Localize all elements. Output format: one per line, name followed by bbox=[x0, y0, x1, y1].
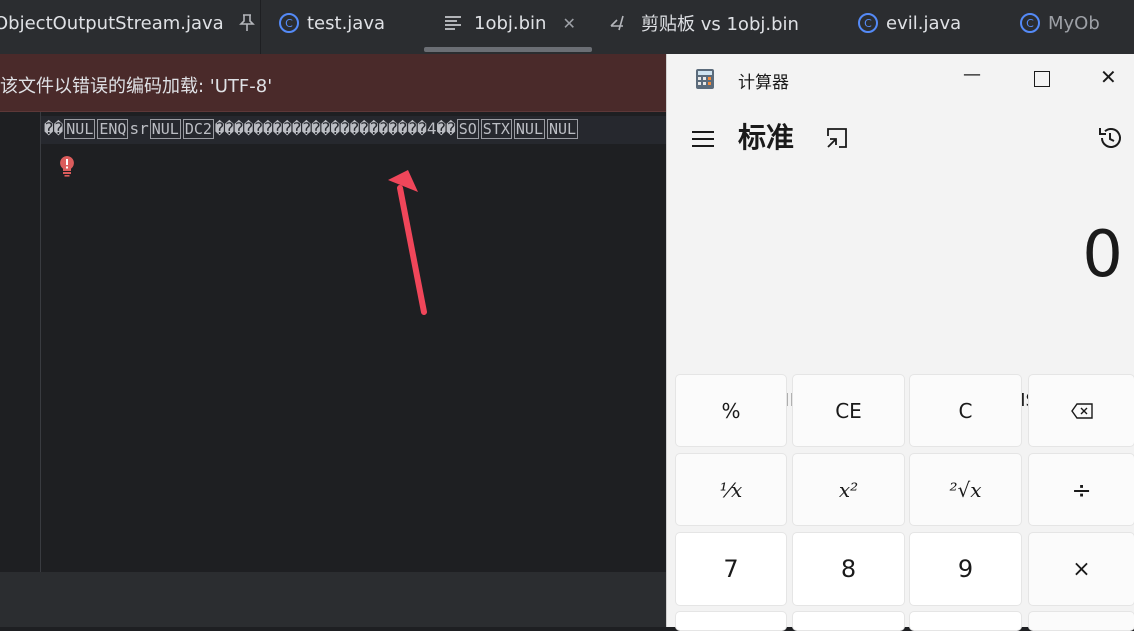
square-button[interactable]: x² bbox=[792, 453, 905, 526]
control-char: NUL bbox=[64, 119, 96, 139]
java-class-run-icon: C bbox=[279, 13, 299, 33]
key-label: x² bbox=[838, 477, 859, 502]
digit-6-button[interactable] bbox=[909, 611, 1022, 631]
annotation-arrow bbox=[388, 170, 427, 315]
multiply-button[interactable]: × bbox=[1028, 532, 1134, 606]
line-gutter bbox=[0, 112, 41, 572]
result-display: 0 bbox=[1082, 218, 1123, 292]
minimize-button[interactable]: — bbox=[963, 64, 983, 88]
code-text: �� bbox=[44, 119, 64, 138]
control-char: NUL bbox=[149, 119, 181, 139]
tab-1obj-bin[interactable]: 1obj.bin ✕ bbox=[444, 0, 576, 46]
tab-evil-java[interactable]: C evil.java bbox=[858, 0, 961, 46]
key-label: C bbox=[958, 398, 973, 423]
code-text: ����������������������4�� bbox=[214, 119, 456, 138]
code-text: sr bbox=[129, 119, 149, 138]
window-title: 计算器 bbox=[738, 73, 789, 93]
code-line-1[interactable]: �� NUL ENQ sr NUL DC2 ����������������������4�… bbox=[44, 119, 579, 139]
control-char: NUL bbox=[546, 119, 579, 139]
active-tab-indicator bbox=[424, 47, 592, 52]
keep-on-top-icon[interactable] bbox=[825, 126, 849, 150]
warning-bulb-icon[interactable] bbox=[57, 155, 77, 177]
java-class-icon: C bbox=[858, 13, 878, 33]
tab-objectoutputstream[interactable]: ObjectOutputStream.java bbox=[0, 0, 256, 46]
tab-label: evil.java bbox=[886, 12, 962, 34]
key-label: % bbox=[721, 398, 741, 423]
key-label: 8 bbox=[840, 555, 857, 583]
hamburger-menu-icon[interactable] bbox=[692, 130, 714, 148]
subtract-button[interactable] bbox=[1028, 611, 1134, 631]
key-label: ¹⁄x bbox=[719, 477, 743, 502]
divide-button[interactable]: ÷ bbox=[1028, 453, 1134, 526]
mode-title: 标准 bbox=[738, 121, 795, 154]
key-label: CE bbox=[835, 398, 862, 423]
key-label: ²√x bbox=[949, 477, 982, 502]
digit-4-button[interactable] bbox=[675, 611, 787, 631]
control-char: STX bbox=[480, 119, 512, 139]
control-char: SO bbox=[456, 119, 479, 139]
tab-clipboard-diff[interactable]: 剪贴板 vs 1obj.bin bbox=[609, 0, 799, 46]
key-label: × bbox=[1072, 556, 1091, 582]
backspace-icon bbox=[1070, 402, 1093, 419]
tab-label: ObjectOutputStream.java bbox=[0, 12, 224, 34]
digit-7-button[interactable]: 7 bbox=[675, 532, 787, 606]
backspace-button[interactable] bbox=[1028, 374, 1134, 447]
digit-9-button[interactable]: 9 bbox=[909, 532, 1022, 606]
digit-8-button[interactable]: 8 bbox=[792, 532, 905, 606]
clear-button[interactable]: C bbox=[909, 374, 1022, 447]
tab-myob[interactable]: C MyOb bbox=[1020, 0, 1100, 46]
tab-label: 剪贴板 vs 1obj.bin bbox=[641, 14, 799, 35]
tab-label: 1obj.bin bbox=[474, 12, 547, 34]
digit-5-button[interactable] bbox=[792, 611, 905, 631]
key-label: 9 bbox=[957, 555, 974, 583]
control-char: NUL bbox=[513, 119, 545, 139]
encoding-warning-text: 该文件以错误的编码加载: 'UTF-8' bbox=[0, 76, 273, 97]
bottom-panel bbox=[0, 572, 666, 627]
tab-label: test.java bbox=[307, 12, 386, 34]
maximize-button[interactable] bbox=[1034, 71, 1050, 87]
close-icon[interactable]: ✕ bbox=[562, 14, 575, 33]
close-button[interactable]: ✕ bbox=[1100, 65, 1117, 89]
control-char: DC2 bbox=[182, 119, 214, 139]
tab-divider bbox=[260, 0, 261, 54]
tab-label: MyOb bbox=[1048, 12, 1100, 34]
text-file-icon bbox=[445, 16, 461, 30]
calculator-app-icon bbox=[696, 69, 714, 89]
key-label: ÷ bbox=[1071, 475, 1092, 504]
square-root-button[interactable]: ²√x bbox=[909, 453, 1022, 526]
calculator-window: 计算器 — ✕ 标准 0 MC MR M+ M− MS M˅ % CE C ¹⁄… bbox=[666, 54, 1134, 631]
code-editor[interactable] bbox=[41, 112, 666, 572]
reciprocal-button[interactable]: ¹⁄x bbox=[675, 453, 787, 526]
key-label: 7 bbox=[723, 555, 739, 583]
java-class-icon: C bbox=[1020, 13, 1040, 33]
percent-button[interactable]: % bbox=[675, 374, 787, 447]
control-char: ENQ bbox=[97, 119, 129, 139]
tab-test-java[interactable]: C test.java bbox=[279, 0, 385, 46]
clear-entry-button[interactable]: CE bbox=[792, 374, 905, 447]
diff-icon bbox=[610, 15, 624, 31]
history-icon[interactable] bbox=[1097, 125, 1123, 151]
pin-icon[interactable] bbox=[238, 13, 256, 33]
